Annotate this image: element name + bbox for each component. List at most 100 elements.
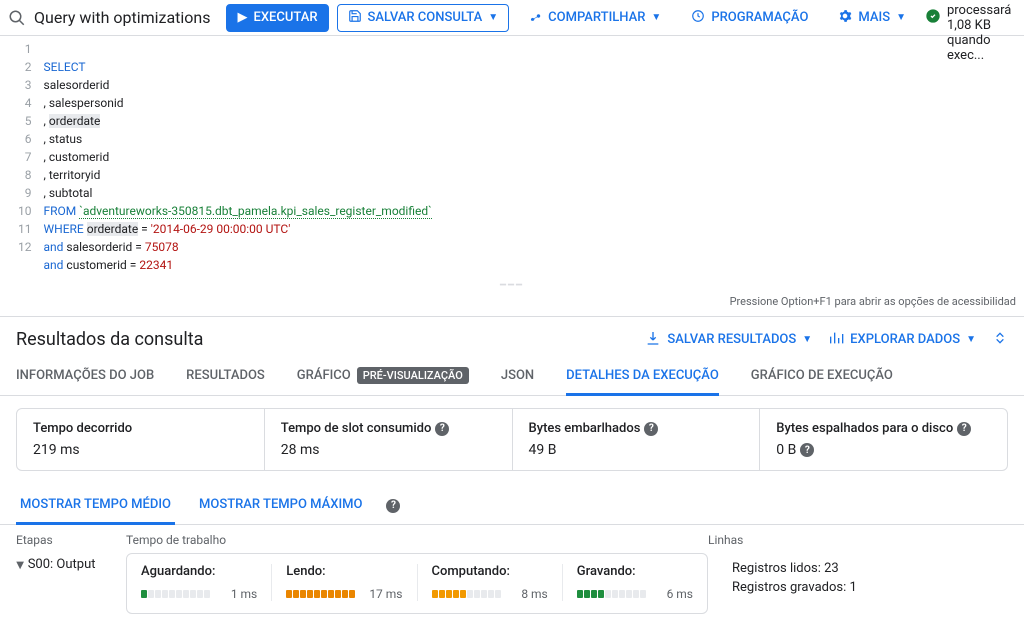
metric-value: 0 B — [776, 442, 796, 458]
code-line: 22341 — [139, 258, 173, 272]
metrics-panel: Tempo decorrido 219 ms Tempo de slot con… — [16, 408, 1008, 471]
caret-down-icon: ▼ — [966, 334, 976, 345]
schedule-label: PROGRAMAÇÃO — [711, 10, 808, 25]
play-icon: ▶ — [237, 10, 247, 25]
explore-button[interactable]: EXPLORAR DADOS ▼ — [828, 330, 976, 350]
code-line: = — [132, 240, 145, 254]
rows-read: Registros lidos: 23 — [732, 561, 1008, 576]
code-line: orderdate — [87, 222, 138, 236]
code-line: , salespersonid — [44, 96, 124, 110]
metric-label: Tempo de slot consumido — [281, 421, 432, 436]
accessibility-hint: Pressione Option+F1 para abrir as opções… — [0, 293, 1024, 316]
metric-value: 28 ms — [281, 442, 496, 458]
chevron-right-icon: ▶ — [14, 562, 25, 570]
phase-reading: Lendo: 17 ms — [272, 564, 417, 601]
expand-icon — [992, 330, 1008, 350]
resize-handle[interactable]: ━━━ — [0, 278, 1024, 293]
gear-icon — [838, 9, 852, 27]
metric-bytes-spilled: Bytes espalhados para o disco? 0 B? — [760, 409, 1007, 470]
metric-label: Bytes embarlhados — [529, 421, 641, 436]
phase-label: Lendo: — [286, 564, 402, 579]
save-query-button[interactable]: SALVAR CONSULTA ▼ — [337, 4, 510, 32]
execute-label: EXECUTAR — [253, 10, 317, 25]
query-status: Esta consulta processará 1,08 KB quando … — [925, 0, 1016, 63]
share-button[interactable]: COMPARTILHAR ▼ — [517, 4, 672, 32]
metric-slot-time: Tempo de slot consumido? 28 ms — [265, 409, 513, 470]
metric-value: 219 ms — [33, 442, 248, 458]
expand-button[interactable] — [992, 330, 1008, 350]
tab-json[interactable]: JSON — [501, 358, 534, 395]
metric-label: Bytes espalhados para o disco — [776, 421, 953, 436]
code-line: , customerid — [44, 150, 110, 164]
phase-time: 17 ms — [369, 587, 402, 601]
tab-execution-graph[interactable]: GRÁFICO DE EXECUÇÃO — [751, 358, 893, 395]
caret-down-icon: ▼ — [896, 12, 906, 23]
code-line: salesorderid — [66, 240, 132, 254]
metric-bytes-shuffled: Bytes embarlhados? 49 B — [513, 409, 761, 470]
tab-execution-details[interactable]: DETALHES DA EXECUÇÃO — [566, 358, 719, 395]
code-line: FROM — [44, 204, 80, 218]
code-line: = — [138, 222, 151, 236]
check-circle-icon — [925, 8, 941, 28]
line-gutter: 123456789101112 — [0, 40, 44, 274]
help-icon[interactable]: ? — [957, 422, 971, 436]
phase-writing: Gravando: 6 ms — [563, 564, 707, 601]
sql-editor[interactable]: 123456789101112 SELECT salesorderid , sa… — [0, 36, 1024, 278]
status-text: Esta consulta processará 1,08 KB quando … — [947, 0, 1016, 63]
caret-down-icon: ▼ — [651, 12, 661, 23]
magnifier-icon — [8, 8, 26, 28]
execute-button[interactable]: ▶ EXECUTAR — [226, 4, 328, 32]
stage-header: Etapas Tempo de trabalho Linhas — [0, 525, 1024, 553]
results-title: Resultados da consulta — [16, 329, 203, 350]
code-line: , subtotal — [44, 186, 93, 200]
code-line: and — [44, 258, 67, 272]
subtab-avg-time[interactable]: MOSTRAR TEMPO MÉDIO — [16, 487, 175, 524]
code-line: and — [44, 240, 67, 254]
tab-results[interactable]: RESULTADOS — [186, 358, 265, 395]
save-results-button[interactable]: SALVAR RESULTADOS ▼ — [645, 330, 812, 350]
code-line: SELECT — [44, 60, 86, 74]
phase-time: 6 ms — [667, 587, 693, 601]
phase-time: 1 ms — [231, 587, 257, 601]
col-rows: Linhas — [708, 533, 1008, 547]
save-results-label: SALVAR RESULTADOS — [667, 332, 796, 347]
tab-chart[interactable]: GRÁFICOPRÉ-VISUALIZAÇÃO — [297, 358, 469, 395]
col-worktime: Tempo de trabalho — [126, 533, 708, 547]
rows-written: Registros gravados: 1 — [732, 580, 1008, 595]
stage-row: ▶S00: Output Aguardando: 1 ms Lendo: 17 … — [0, 553, 1024, 626]
code-line: , territoryid — [44, 168, 101, 182]
clock-icon — [691, 9, 705, 27]
preview-badge: PRÉ-VISUALIZAÇÃO — [357, 367, 469, 384]
tab-job-info[interactable]: INFORMAÇÕES DO JOB — [16, 358, 154, 395]
save-icon — [348, 9, 362, 27]
code-line: customerid — [66, 258, 126, 272]
code-line: 75078 — [145, 240, 179, 254]
time-subtabs: MOSTRAR TEMPO MÉDIO MOSTRAR TEMPO MÁXIMO… — [0, 487, 1024, 525]
phase-label: Aguardando: — [141, 564, 257, 579]
code-line: WHERE — [44, 222, 87, 236]
col-stages: Etapas — [16, 533, 126, 547]
save-label: SALVAR CONSULTA — [368, 10, 483, 25]
metric-elapsed: Tempo decorrido 219 ms — [17, 409, 265, 470]
code-line: , status — [44, 132, 83, 146]
phase-label: Computando: — [432, 564, 548, 579]
download-icon — [645, 330, 661, 350]
caret-down-icon: ▼ — [802, 334, 812, 345]
chart-icon — [828, 330, 844, 350]
metric-label: Tempo decorrido — [33, 421, 132, 436]
code-line: salesorderid — [44, 78, 110, 92]
schedule-button[interactable]: PROGRAMAÇÃO — [680, 4, 819, 32]
stage-name[interactable]: ▶S00: Output — [16, 553, 126, 614]
help-icon[interactable]: ? — [435, 422, 449, 436]
help-icon[interactable]: ? — [800, 443, 814, 457]
more-button[interactable]: MAIS ▼ — [827, 4, 917, 32]
subtab-max-time[interactable]: MOSTRAR TEMPO MÁXIMO — [195, 487, 366, 524]
help-icon[interactable]: ? — [644, 422, 658, 436]
stage-name-label: S00: Output — [28, 557, 96, 572]
share-label: COMPARTILHAR — [548, 10, 645, 25]
code-line: = — [127, 258, 140, 272]
caret-down-icon: ▼ — [488, 12, 498, 23]
share-icon — [528, 9, 542, 27]
phase-label: Gravando: — [577, 564, 693, 579]
help-icon[interactable]: ? — [386, 499, 400, 513]
